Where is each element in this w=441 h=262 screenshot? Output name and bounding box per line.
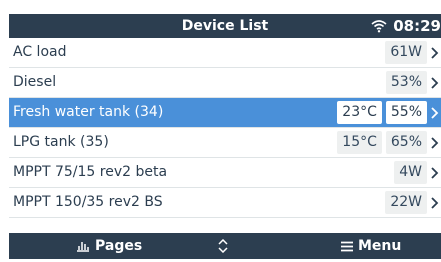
value-badge: 22W: [385, 191, 427, 214]
menu-label: Menu: [358, 238, 402, 254]
pages-button[interactable]: Pages: [76, 233, 142, 259]
value-badge: 61W: [385, 41, 427, 64]
up-down-icon[interactable]: [218, 233, 228, 259]
value-badge: 65%: [385, 131, 427, 154]
value-badge: 15°C: [337, 131, 382, 154]
list-item-values: 15°C 65%: [337, 131, 427, 154]
chevron-right-icon: [429, 158, 441, 187]
list-item-values: 61W: [385, 41, 427, 64]
clock-time: 08:29: [393, 17, 441, 35]
list-item[interactable]: Fresh water tank (34) 23°C 55%: [9, 98, 441, 128]
list-item-values: 4W: [394, 161, 427, 184]
list-item-label: Fresh water tank (34): [13, 104, 164, 120]
list-item-label: MPPT 150/35 rev2 BS: [13, 194, 163, 210]
device-list-screen: Device List 08:29 AC load 61W Diesel 53% Fre…: [9, 0, 441, 262]
list-item-values: 23°C 55%: [337, 101, 427, 124]
chevron-right-icon: [429, 68, 441, 97]
value-badge: 4W: [394, 161, 427, 184]
chevron-right-icon: [429, 38, 441, 67]
list-item[interactable]: MPPT 75/15 rev2 beta 4W: [9, 158, 441, 188]
list-item[interactable]: MPPT 150/35 rev2 BS 22W: [9, 188, 441, 218]
hamburger-icon: [341, 241, 353, 251]
chevron-right-icon: [429, 98, 441, 127]
list-item-label: AC load: [13, 44, 67, 60]
pages-icon: [77, 242, 89, 252]
list-item-label: MPPT 75/15 rev2 beta: [13, 164, 168, 180]
list-item-label: LPG tank (35): [13, 134, 109, 150]
footer-bar: Pages Menu: [9, 233, 441, 259]
chevron-right-icon: [429, 188, 441, 217]
list-item-label: Diesel: [13, 74, 57, 90]
wifi-icon: [371, 20, 387, 33]
value-badge: 55%: [385, 101, 427, 124]
list-item[interactable]: AC load 61W: [9, 38, 441, 68]
list-item[interactable]: Diesel 53%: [9, 68, 441, 98]
pages-label: Pages: [95, 238, 143, 254]
device-list: AC load 61W Diesel 53% Fresh water tank (34)…: [9, 38, 441, 218]
value-badge: 53%: [385, 71, 427, 94]
menu-button[interactable]: Menu: [341, 233, 401, 259]
value-badge: 23°C: [337, 101, 382, 124]
header-bar: Device List 08:29: [9, 14, 441, 38]
status-area: 08:29: [371, 14, 441, 38]
list-item-values: 22W: [385, 191, 427, 214]
chevron-right-icon: [429, 128, 441, 157]
list-item-values: 53%: [385, 71, 427, 94]
list-item[interactable]: LPG tank (35) 15°C 65%: [9, 128, 441, 158]
